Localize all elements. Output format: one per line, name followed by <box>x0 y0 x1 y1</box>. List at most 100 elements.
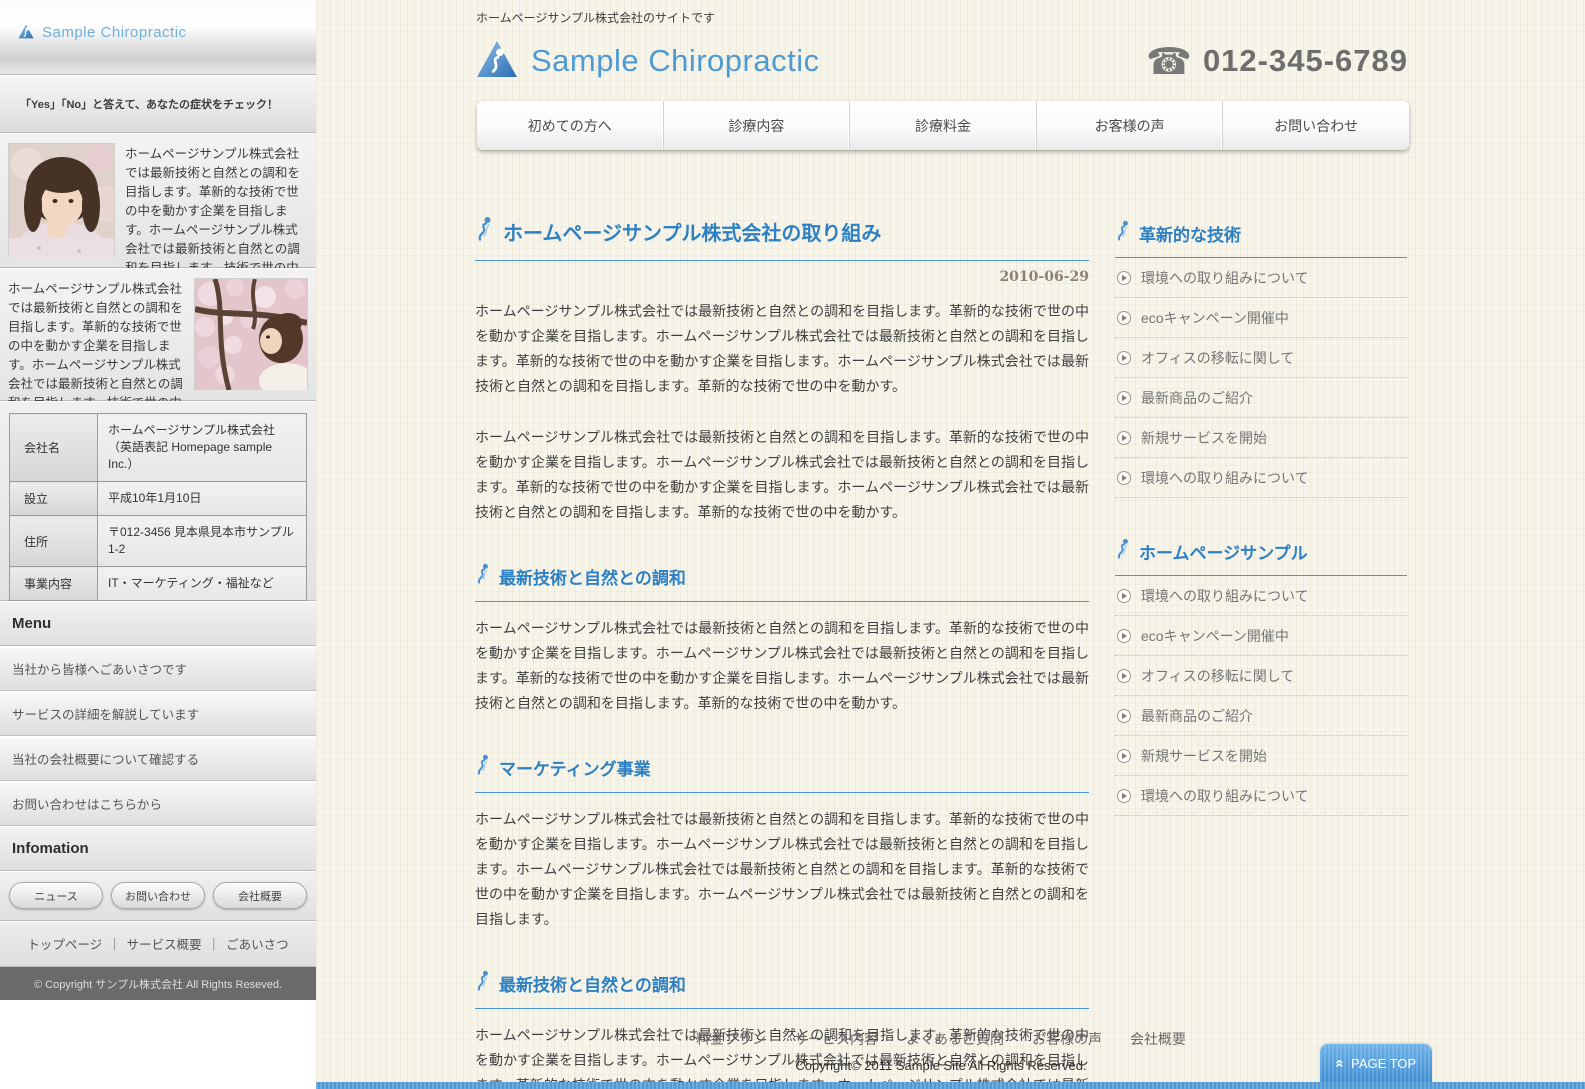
arrow-right-icon <box>1117 391 1131 405</box>
intro-block-2: ホームページサンプル株式会社では最新技術と自然との調和を目指します。革新的な技術… <box>0 268 316 401</box>
info-button-row: ニュース お問い合わせ 会社概要 <box>0 871 316 921</box>
aside-link[interactable]: 新規サービスを開始 <box>1115 736 1407 776</box>
aside-link[interactable]: 最新商品のご紹介 <box>1115 378 1407 418</box>
section-title-row: 最新技術と自然との調和 <box>475 970 1089 1009</box>
footer-link-company[interactable]: 会社概要 <box>1130 1029 1186 1049</box>
chevron-up-icon: « <box>1332 1059 1347 1067</box>
tab-first-visit[interactable]: 初めての方へ <box>477 101 664 150</box>
section-title-row: マーケティング事業 <box>475 754 1089 793</box>
sidebar-item-company[interactable]: 当社の会社概要について確認する <box>0 736 316 781</box>
company-overview-button[interactable]: 会社概要 <box>213 882 307 909</box>
footer-copyright: Copyright© 2011 Sample Site All Rights R… <box>475 1058 1407 1073</box>
masthead: Sample Chiropractic ☎ 012-345-6789 <box>476 34 1408 88</box>
aside-link[interactable]: 最新商品のご紹介 <box>1115 696 1407 736</box>
business-value: IT・マーケティング・福祉など <box>98 567 307 601</box>
tab-treatment[interactable]: 診療内容 <box>664 101 851 150</box>
arrow-right-icon <box>1117 471 1131 485</box>
sidebar-item-contact[interactable]: お問い合わせはこちらから <box>0 781 316 826</box>
aside-link-label: オフィスの移転に関して <box>1141 666 1294 686</box>
tab-fees[interactable]: 診療料金 <box>850 101 1037 150</box>
sidebar-logo-text: Sample Chiropractic <box>42 24 187 41</box>
aside-link[interactable]: 新規サービスを開始 <box>1115 418 1407 458</box>
article-date: 2010-06-29 <box>475 269 1089 285</box>
sidebar-copyright: © Copyright サンプル株式会社 All Rights Reseved. <box>0 967 316 1000</box>
aside-link-label: ecoキャンペーン開催中 <box>1141 626 1289 646</box>
site-logo[interactable]: Sample Chiropractic <box>476 40 820 83</box>
figure-icon <box>1115 220 1130 246</box>
aside-section-title-row: 革新的な技術 <box>1115 220 1407 258</box>
arrow-right-icon <box>1117 271 1131 285</box>
aside-link[interactable]: ecoキャンペーン開催中 <box>1115 298 1407 338</box>
aside-link-label: 最新商品のご紹介 <box>1141 388 1253 408</box>
separator: ｜ <box>108 934 121 953</box>
sidebar-footer-link-services[interactable]: サービス概要 <box>127 934 202 953</box>
article-paragraph: ホームページサンプル株式会社では最新技術と自然との調和を目指します。革新的な技術… <box>475 807 1089 932</box>
article-title: ホームページサンプル株式会社の取り組み <box>503 217 881 246</box>
footer-link-services[interactable]: サービス内容 <box>794 1029 878 1049</box>
footer-link-testimonials[interactable]: お客様の声 <box>1032 1029 1102 1049</box>
arrow-right-icon <box>1117 629 1131 643</box>
section-title-row: 最新技術と自然との調和 <box>475 563 1089 602</box>
tab-testimonials[interactable]: お客様の声 <box>1037 101 1224 150</box>
aside-link[interactable]: 環境への取り組みについて <box>1115 458 1407 498</box>
main-footer: 料金プラン サービス内容 よくあるご質問 お客様の声 会社概要 Copyrigh… <box>475 1029 1407 1073</box>
symptom-check-banner[interactable]: 「Yes」「No」と答えて、あなたの症状をチェック！ <box>0 75 316 133</box>
sidebar-item-services[interactable]: サービスの詳細を解説しています <box>0 691 316 736</box>
arrow-right-icon <box>1117 431 1131 445</box>
founded-label: 設立 <box>10 482 98 516</box>
arrow-right-icon <box>1117 709 1131 723</box>
article-paragraph: ホームページサンプル株式会社では最新技術と自然との調和を目指します。革新的な技術… <box>475 425 1089 525</box>
figure-icon <box>475 754 490 780</box>
sidebar-logo[interactable]: Sample Chiropractic <box>0 0 316 75</box>
aside-link-label: 環境への取り組みについて <box>1141 268 1309 288</box>
site-logo-text: Sample Chiropractic <box>531 43 820 79</box>
aside-link-label: 環境への取り組みについて <box>1141 468 1309 488</box>
table-row: 設立平成10年1月10日 <box>10 482 307 516</box>
aside-link[interactable]: 環境への取り組みについて <box>1115 258 1407 298</box>
table-row: 会社名ホームページサンプル株式会社 （英語表記 Homepage sample … <box>10 414 307 482</box>
content-columns: ホームページサンプル株式会社の取り組み 2010-06-29 ホームページサンプ… <box>475 216 1407 1089</box>
section-title: 最新技術と自然との調和 <box>499 971 686 996</box>
figure-icon <box>475 970 490 996</box>
arrow-right-icon <box>1117 351 1131 365</box>
site-tagline: ホームページサンプル株式会社のサイトです <box>316 0 1585 26</box>
aside-link[interactable]: 環境への取り組みについて <box>1115 776 1407 816</box>
arrow-right-icon <box>1117 589 1131 603</box>
triangle-logo-icon <box>476 40 518 83</box>
aside-link[interactable]: オフィスの移転に関して <box>1115 656 1407 696</box>
sidebar-footer-links: トップページ ｜ サービス概要 ｜ ごあいさつ <box>0 921 316 967</box>
aside-link[interactable]: 環境への取り組みについて <box>1115 576 1407 616</box>
blossom-photo <box>194 278 308 390</box>
aside-link-label: 最新商品のご紹介 <box>1141 706 1253 726</box>
aside-link-list: 環境への取り組みについて ecoキャンペーン開催中 オフィスの移転に関して 最新… <box>1115 258 1407 498</box>
separator: ｜ <box>208 934 221 953</box>
address-label: 住所 <box>10 516 98 567</box>
arrow-right-icon <box>1117 789 1131 803</box>
phone-block: ☎ 012-345-6789 <box>1146 43 1408 80</box>
tab-contact[interactable]: お問い合わせ <box>1223 101 1409 150</box>
triangle-logo-icon <box>18 24 34 44</box>
aside-link[interactable]: オフィスの移転に関して <box>1115 338 1407 378</box>
news-button[interactable]: ニュース <box>9 882 103 909</box>
aside-link-label: 新規サービスを開始 <box>1141 746 1267 766</box>
page-top-button[interactable]: « PAGE TOP <box>1320 1044 1432 1082</box>
contact-button[interactable]: お問い合わせ <box>111 882 205 909</box>
footer-link-pricing[interactable]: 料金プラン <box>696 1029 766 1049</box>
figure-icon <box>1115 538 1130 564</box>
intro-text-1: ホームページサンプル株式会社では最新技術と自然との調和を目指します。革新的な技術… <box>125 143 308 257</box>
phone-number: 012-345-6789 <box>1203 43 1408 79</box>
article: ホームページサンプル株式会社の取り組み 2010-06-29 ホームページサンプ… <box>475 216 1089 1089</box>
sidebar-footer-link-top[interactable]: トップページ <box>27 934 102 953</box>
phone-icon: ☎ <box>1146 43 1192 80</box>
aside-link-label: 環境への取り組みについて <box>1141 586 1309 606</box>
figure-icon <box>475 563 490 589</box>
main-nav: 初めての方へ 診療内容 診療料金 お客様の声 お問い合わせ <box>477 101 1409 150</box>
sidebar-item-greeting[interactable]: 当社から皆様へごあいさつです <box>0 646 316 691</box>
business-label: 事業内容 <box>10 567 98 601</box>
aside-link[interactable]: ecoキャンペーン開催中 <box>1115 616 1407 656</box>
menu-heading: Menu <box>0 601 316 646</box>
sidebar-footer-link-greeting[interactable]: ごあいさつ <box>226 934 289 953</box>
intro-block-1: ホームページサンプル株式会社では最新技術と自然との調和を目指します。革新的な技術… <box>0 133 316 268</box>
aside-link-label: ecoキャンペーン開催中 <box>1141 308 1289 328</box>
footer-link-faq[interactable]: よくあるご質問 <box>906 1029 1004 1049</box>
